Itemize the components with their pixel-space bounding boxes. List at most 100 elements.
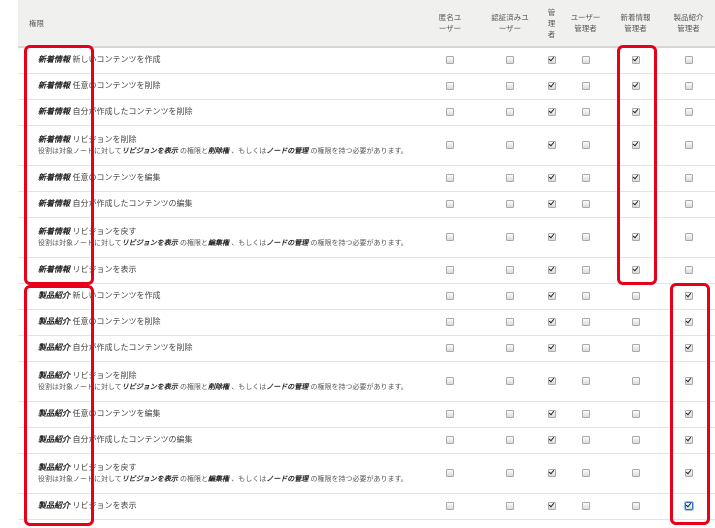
checkbox-user-admin[interactable] bbox=[581, 233, 590, 241]
checkbox-product-admin[interactable] bbox=[684, 174, 693, 182]
checkbox-authenticated[interactable] bbox=[506, 174, 514, 182]
checkbox-anonymous[interactable] bbox=[446, 318, 454, 326]
checkbox-user-admin[interactable] bbox=[581, 266, 590, 274]
checkbox-administrator[interactable] bbox=[547, 436, 556, 444]
checkbox-product-admin[interactable] bbox=[684, 141, 693, 149]
checkbox-news-admin[interactable] bbox=[631, 410, 640, 418]
checkbox-authenticated[interactable] bbox=[506, 410, 514, 418]
checkbox-product-admin[interactable] bbox=[684, 200, 693, 208]
checkbox-authenticated[interactable] bbox=[506, 56, 514, 65]
checkbox-news-admin[interactable] bbox=[631, 200, 640, 208]
checkbox-administrator[interactable] bbox=[547, 56, 556, 65]
checkbox-product-admin[interactable] bbox=[684, 233, 693, 241]
checkbox-administrator[interactable] bbox=[547, 410, 556, 418]
checkbox-anonymous[interactable] bbox=[446, 82, 454, 90]
checkbox-product-admin[interactable] bbox=[684, 436, 693, 444]
checkbox-product-admin[interactable] bbox=[684, 266, 693, 274]
checkbox-administrator[interactable] bbox=[547, 266, 556, 274]
checkbox-product-admin[interactable] bbox=[684, 292, 693, 300]
checkbox-authenticated[interactable] bbox=[506, 344, 514, 352]
checkbox-user-admin[interactable] bbox=[581, 502, 590, 510]
checkbox-administrator[interactable] bbox=[547, 344, 556, 352]
checkbox-user-admin[interactable] bbox=[581, 292, 590, 300]
checkbox-authenticated[interactable] bbox=[506, 292, 514, 300]
checkbox-user-admin[interactable] bbox=[581, 174, 590, 182]
table-row: 製品紹介 任意のコンテンツを削除 bbox=[18, 309, 715, 336]
checkbox-cell-news-admin bbox=[609, 165, 662, 192]
checkbox-anonymous[interactable] bbox=[446, 292, 454, 300]
checkbox-news-admin[interactable] bbox=[631, 266, 640, 274]
checkbox-user-admin[interactable] bbox=[581, 200, 590, 208]
checkbox-anonymous[interactable] bbox=[446, 200, 454, 208]
checkbox-user-admin[interactable] bbox=[581, 108, 590, 116]
checkbox-news-admin[interactable] bbox=[631, 174, 640, 182]
checkbox-administrator[interactable] bbox=[547, 82, 556, 90]
checkbox-anonymous[interactable] bbox=[446, 502, 454, 510]
checkbox-administrator[interactable] bbox=[547, 377, 556, 385]
checkbox-news-admin[interactable] bbox=[631, 292, 640, 300]
checkbox-news-admin[interactable] bbox=[631, 344, 640, 352]
checkbox-product-admin[interactable] bbox=[684, 410, 693, 418]
checkbox-news-admin[interactable] bbox=[631, 502, 640, 510]
checkbox-authenticated[interactable] bbox=[506, 82, 514, 90]
checkbox-anonymous[interactable] bbox=[446, 108, 454, 116]
checkbox-news-admin[interactable] bbox=[631, 436, 640, 444]
checkbox-product-admin[interactable] bbox=[684, 502, 693, 510]
checkbox-news-admin[interactable] bbox=[631, 56, 640, 65]
checkbox-product-admin[interactable] bbox=[684, 108, 693, 116]
checkbox-product-admin[interactable] bbox=[684, 82, 693, 90]
checkbox-authenticated[interactable] bbox=[506, 502, 514, 510]
checkbox-cell-news-admin bbox=[609, 99, 662, 126]
checkbox-user-admin[interactable] bbox=[581, 436, 590, 444]
checkbox-anonymous[interactable] bbox=[446, 344, 454, 352]
checkbox-authenticated[interactable] bbox=[506, 233, 514, 241]
checkbox-news-admin[interactable] bbox=[631, 141, 640, 149]
checkbox-user-admin[interactable] bbox=[581, 469, 590, 477]
checkbox-authenticated[interactable] bbox=[506, 377, 514, 385]
checkbox-authenticated[interactable] bbox=[506, 141, 514, 149]
checkbox-news-admin[interactable] bbox=[631, 469, 640, 477]
checkbox-news-admin[interactable] bbox=[631, 377, 640, 385]
checkbox-administrator[interactable] bbox=[547, 469, 556, 477]
checkbox-user-admin[interactable] bbox=[581, 82, 590, 90]
checkbox-authenticated[interactable] bbox=[506, 108, 514, 116]
checkbox-administrator[interactable] bbox=[547, 141, 556, 149]
checkbox-news-admin[interactable] bbox=[631, 318, 640, 326]
checkbox-product-admin[interactable] bbox=[684, 469, 693, 477]
checkbox-user-admin[interactable] bbox=[581, 344, 590, 352]
checkbox-anonymous[interactable] bbox=[446, 469, 454, 477]
checkbox-administrator[interactable] bbox=[547, 108, 556, 116]
checkbox-anonymous[interactable] bbox=[446, 233, 454, 241]
checkbox-user-admin[interactable] bbox=[581, 410, 590, 418]
checkbox-administrator[interactable] bbox=[547, 292, 556, 300]
checkbox-administrator[interactable] bbox=[547, 233, 556, 241]
checkbox-administrator[interactable] bbox=[547, 502, 556, 510]
checkbox-news-admin[interactable] bbox=[631, 233, 640, 241]
checkbox-administrator[interactable] bbox=[547, 174, 556, 182]
checkbox-news-admin[interactable] bbox=[631, 82, 640, 90]
checkbox-product-admin[interactable] bbox=[684, 56, 693, 65]
checkbox-authenticated[interactable] bbox=[506, 318, 514, 326]
checkbox-anonymous[interactable] bbox=[446, 377, 454, 385]
checkbox-product-admin[interactable] bbox=[684, 344, 693, 352]
checkbox-product-admin[interactable] bbox=[684, 377, 693, 385]
checkbox-authenticated[interactable] bbox=[506, 200, 514, 208]
checkbox-administrator[interactable] bbox=[547, 200, 556, 208]
checkbox-anonymous[interactable] bbox=[446, 266, 454, 274]
checkbox-user-admin[interactable] bbox=[581, 377, 590, 385]
checkbox-administrator[interactable] bbox=[547, 318, 556, 326]
checkbox-user-admin[interactable] bbox=[581, 318, 590, 326]
checkbox-authenticated[interactable] bbox=[506, 436, 514, 444]
checkbox-anonymous[interactable] bbox=[446, 174, 454, 182]
checkbox-anonymous[interactable] bbox=[446, 56, 454, 65]
checkbox-product-admin[interactable] bbox=[684, 318, 693, 326]
checkbox-authenticated[interactable] bbox=[506, 266, 514, 274]
checkbox-news-admin[interactable] bbox=[631, 108, 640, 116]
checkbox-anonymous[interactable] bbox=[446, 436, 454, 444]
checkbox-user-admin[interactable] bbox=[581, 141, 590, 149]
checkbox-authenticated[interactable] bbox=[506, 469, 514, 477]
checkbox-anonymous[interactable] bbox=[446, 410, 454, 418]
checkbox-anonymous[interactable] bbox=[446, 141, 454, 149]
table-row: 製品紹介 リビジョンを削除 役割は対象ノードに対してリビジョンを表示 の権限と削除… bbox=[18, 361, 715, 402]
checkbox-user-admin[interactable] bbox=[581, 56, 590, 65]
